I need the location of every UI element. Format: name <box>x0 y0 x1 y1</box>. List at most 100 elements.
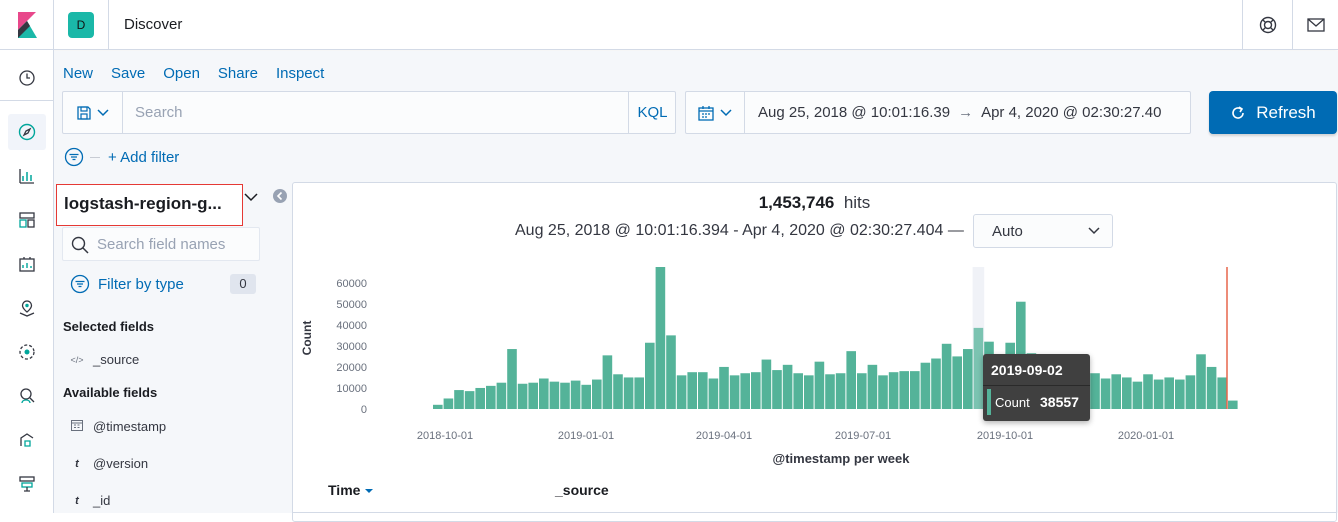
nav-divider <box>0 100 54 101</box>
calendar-icon <box>698 105 714 121</box>
chevron-down-icon <box>1088 227 1100 235</box>
histogram-bar <box>952 356 962 409</box>
field-item[interactable]: t _id <box>70 493 110 508</box>
dashboard-icon[interactable] <box>8 202 46 238</box>
field-item[interactable]: @timestamp <box>70 419 166 434</box>
search-input[interactable] <box>123 92 628 133</box>
histogram-bar <box>1143 374 1153 409</box>
filter-by-type-button[interactable]: Filter by type <box>70 274 184 294</box>
arrow-icon: → <box>958 104 974 121</box>
quick-menu-button[interactable] <box>686 92 745 133</box>
histogram-bar <box>1228 400 1238 409</box>
field-search-placeholder: Search field names <box>97 236 226 253</box>
histogram-bar <box>581 384 591 409</box>
tooltip-label: Count <box>995 395 1030 410</box>
histogram-bar <box>888 372 899 409</box>
histogram-bar <box>1196 354 1206 409</box>
inspect-button[interactable]: Inspect <box>276 65 324 82</box>
histogram-bar <box>772 370 782 409</box>
chevron-down-icon[interactable] <box>244 192 258 202</box>
x-tick-label: 2019-04-01 <box>696 430 752 442</box>
collapse-sidebar-icon[interactable] <box>272 188 288 204</box>
string-type-icon: t <box>75 457 79 470</box>
help-icon[interactable] <box>1242 0 1292 50</box>
filter-divider <box>90 156 100 158</box>
refresh-button[interactable]: Refresh <box>1209 91 1337 134</box>
visualize-icon[interactable] <box>8 158 46 194</box>
saved-query-button[interactable] <box>63 92 123 133</box>
top-header: D Discover <box>0 0 1338 50</box>
field-item[interactable]: t @version <box>70 456 148 471</box>
histogram-bar <box>613 374 623 409</box>
share-button[interactable]: Share <box>218 65 258 82</box>
compass-icon[interactable] <box>8 114 46 150</box>
histogram-bar <box>464 391 475 409</box>
histogram-bar <box>920 362 931 409</box>
save-button[interactable]: Save <box>111 65 145 82</box>
histogram-bar <box>899 371 909 409</box>
histogram-bar <box>507 349 517 409</box>
histogram-bar <box>1153 379 1164 409</box>
open-button[interactable]: Open <box>163 65 200 82</box>
space-avatar[interactable]: D <box>68 12 94 38</box>
histogram-chart[interactable]: 0 10000 20000 30000 40000 50000 60000 Count 2018… <box>293 257 1336 467</box>
source-type-icon: </> <box>70 354 84 365</box>
kibana-logo-icon[interactable] <box>0 0 54 50</box>
histogram-bar <box>475 387 485 409</box>
histogram-bar <box>655 267 666 409</box>
histogram-bar <box>602 355 613 409</box>
end-date-button[interactable]: Apr 4, 2020 @ 02:30:27.40 <box>981 104 1161 121</box>
histogram-bar <box>1175 379 1185 409</box>
hits-count: 1,453,746 hits <box>293 193 1336 213</box>
histogram-bar <box>549 381 560 409</box>
time-column-label: Time <box>328 482 361 498</box>
histogram-bar <box>645 342 655 409</box>
interval-select[interactable]: Auto <box>973 214 1113 248</box>
clock-icon[interactable] <box>8 60 46 96</box>
x-tick-label: 2019-10-01 <box>977 430 1033 442</box>
field-name: _id <box>93 493 111 508</box>
time-column-header[interactable]: Time <box>328 482 374 498</box>
filter-icon[interactable] <box>64 147 84 167</box>
histogram-bar <box>1185 375 1196 409</box>
available-fields-title: Available fields <box>63 385 158 400</box>
ml-icon[interactable] <box>8 334 46 370</box>
field-item[interactable]: </> _source <box>70 352 139 367</box>
x-tick-label: 2018-10-01 <box>417 430 473 442</box>
infra-icon[interactable] <box>8 466 46 502</box>
histogram-bar <box>1122 377 1132 409</box>
mail-icon[interactable] <box>1292 0 1338 50</box>
index-pattern-selector[interactable]: logstash-region-g... <box>56 184 243 226</box>
histogram-bar <box>973 327 984 409</box>
time-range-label: Aug 25, 2018 @ 10:01:16.394 - Apr 4, 202… <box>515 222 964 239</box>
histogram-bar <box>560 382 570 409</box>
field-search-input[interactable]: Search field names <box>62 227 260 261</box>
source-column-header: _source <box>555 482 609 498</box>
histogram-bar <box>539 378 549 409</box>
canvas-icon[interactable] <box>8 246 46 282</box>
hits-label: hits <box>843 193 871 212</box>
histogram-bar <box>761 359 772 409</box>
histogram-bar <box>1090 373 1100 409</box>
x-tick-label: 2020-01-01 <box>1118 430 1174 442</box>
histogram-bar <box>570 380 581 409</box>
y-tick-label: 30000 <box>336 341 367 353</box>
new-button[interactable]: New <box>63 65 93 82</box>
side-nav <box>0 50 54 513</box>
x-axis-label: @timestamp per week <box>773 451 911 466</box>
histogram-bar <box>910 371 920 409</box>
histogram-bar <box>433 404 443 409</box>
x-tick-label: 2019-01-01 <box>558 430 614 442</box>
kql-toggle[interactable]: KQL <box>628 92 676 133</box>
logs-icon[interactable] <box>8 422 46 458</box>
tooltip-date: 2019-09-02 <box>991 362 1063 378</box>
maps-icon[interactable] <box>8 290 46 326</box>
siem-icon[interactable] <box>8 378 46 414</box>
save-icon <box>76 105 91 120</box>
y-tick-label: 40000 <box>336 320 367 332</box>
histogram-bar <box>1132 381 1143 409</box>
histogram-bar <box>740 373 750 409</box>
start-date-button[interactable]: Aug 25, 2018 @ 10:01:16.39 <box>758 104 950 121</box>
add-filter-button[interactable]: + Add filter <box>108 149 179 166</box>
histogram-bar <box>1217 377 1227 409</box>
